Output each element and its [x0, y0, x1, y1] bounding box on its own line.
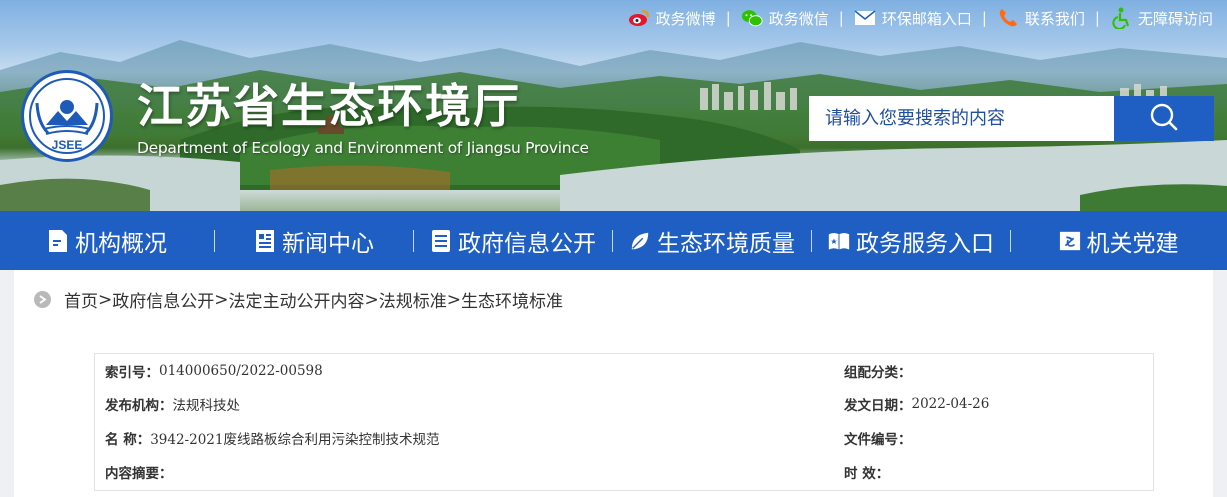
org-doc-icon [47, 229, 69, 253]
header-banner: 政务微博 | 政务微信 | 环保邮箱入口 | 联系我们 | 无障碍访问 JSEE… [0, 0, 1227, 211]
breadcrumb: 首页 > 政府信息公开 > 法定主动公开内容 > 法规标准 > 生态环境标准 [34, 287, 563, 312]
weibo-link-label: 政务微博 [655, 9, 716, 28]
nav-item-gov-service[interactable]: 政务服务入口 [812, 211, 1010, 270]
nav-item-label: 政务服务入口 [856, 230, 994, 257]
meta-date-label: 发文日期： [844, 398, 912, 414]
wechat-icon [741, 7, 763, 29]
breadcrumb-statutory-content[interactable]: 法定主动公开内容 [229, 287, 365, 312]
top-links-separator: | [981, 9, 987, 27]
meta-abstract-label: 内容摘要： [105, 466, 173, 482]
meta-index: 索引号： 014000650/2022-00598 [105, 362, 323, 381]
nav-item-gov-info[interactable]: 政府信息公开 [414, 211, 612, 270]
meta-date: 发文日期： 2022-04-26 [844, 395, 990, 414]
breadcrumb-separator: > [446, 289, 461, 310]
breadcrumb-separator: > [98, 289, 113, 310]
meta-name-value: 3942-2021废线路板综合利用污染控制技术规范 [150, 432, 440, 448]
weibo-icon [628, 7, 650, 29]
wechat-link-label: 政务微信 [768, 9, 829, 28]
meta-date-value: 2022-04-26 [911, 396, 990, 412]
nav-item-label: 机关党建 [1086, 230, 1179, 257]
search-input[interactable] [809, 96, 1114, 141]
top-links-separator: | [725, 9, 731, 27]
meta-docno-label: 文件编号： [844, 432, 912, 448]
mail-link[interactable]: 环保邮箱入口 [854, 7, 972, 29]
nav-item-label: 生态环境质量 [657, 230, 795, 257]
logo-text: JSEE [52, 138, 83, 152]
breadcrumb-separator: > [214, 289, 229, 310]
top-links-separator: | [1094, 9, 1100, 27]
meta-name-label: 名 称： [105, 432, 151, 448]
nav-item-news[interactable]: 新闻中心 [215, 211, 413, 270]
mail-icon [854, 7, 876, 29]
phone-icon [997, 7, 1019, 29]
contact-link[interactable]: 联系我们 [997, 7, 1085, 29]
service-book-icon [828, 229, 850, 253]
contact-link-label: 联系我们 [1024, 9, 1085, 28]
search-icon [1149, 102, 1179, 136]
breadcrumb-location-icon [34, 291, 51, 308]
party-flag-icon [1059, 229, 1081, 253]
accessibility-icon [1110, 7, 1132, 29]
nav-item-label: 政府信息公开 [458, 230, 596, 257]
site-title[interactable]: 江苏省生态环境厅 [137, 70, 521, 136]
meta-publisher-value: 法规科技处 [172, 398, 241, 414]
nav-item-label: 新闻中心 [282, 230, 374, 257]
leaf-icon [629, 229, 651, 253]
meta-abstract: 内容摘要： [105, 463, 173, 482]
accessibility-link[interactable]: 无障碍访问 [1110, 7, 1213, 29]
breadcrumb-regulations[interactable]: 法规标准 [379, 287, 447, 312]
search-button[interactable] [1114, 96, 1214, 141]
right-page-gutter [1213, 270, 1227, 497]
breadcrumb-eco-standards[interactable]: 生态环境标准 [461, 287, 563, 312]
meta-validity-label: 时 效： [844, 466, 890, 482]
meta-docno: 文件编号： [844, 429, 912, 448]
logo-emblem: JSEE [29, 78, 105, 154]
weibo-link[interactable]: 政务微博 [628, 7, 716, 29]
meta-index-value: 014000650/2022-00598 [159, 363, 323, 379]
document-meta-table: 索引号： 014000650/2022-00598 组配分类： 发布机构： 法规… [94, 353, 1154, 491]
meta-index-label: 索引号： [105, 365, 159, 381]
nav-item-party-building[interactable]: 机关党建 [1011, 211, 1226, 270]
site-logo[interactable]: JSEE [21, 70, 113, 162]
nav-item-eco-quality[interactable]: 生态环境质量 [613, 211, 811, 270]
accessibility-link-label: 无障碍访问 [1137, 9, 1213, 28]
main-nav: 机构概况 新闻中心 政府信息公开 生态环境质量 政务服务入口 机关党建 [0, 211, 1227, 270]
left-page-gutter [0, 270, 14, 497]
meta-publisher: 发布机构： 法规科技处 [105, 395, 241, 414]
breadcrumb-home[interactable]: 首页 [64, 287, 98, 312]
breadcrumb-separator: > [364, 289, 379, 310]
wechat-link[interactable]: 政务微信 [741, 7, 829, 29]
search-box [809, 96, 1214, 141]
top-links-separator: | [838, 9, 844, 27]
top-links-bar: 政务微博 | 政务微信 | 环保邮箱入口 | 联系我们 | 无障碍访问 [628, 6, 1213, 30]
news-icon [254, 229, 276, 253]
meta-category: 组配分类： [844, 362, 912, 381]
info-list-icon [430, 229, 452, 253]
meta-name: 名 称： 3942-2021废线路板综合利用污染控制技术规范 [105, 429, 440, 448]
meta-category-label: 组配分类： [844, 365, 912, 381]
meta-publisher-label: 发布机构： [105, 398, 173, 414]
breadcrumb-gov-info[interactable]: 政府信息公开 [112, 287, 214, 312]
mail-link-label: 环保邮箱入口 [881, 9, 972, 28]
nav-item-org-overview[interactable]: 机构概况 [0, 211, 214, 270]
nav-item-label: 机构概况 [75, 230, 167, 257]
site-subtitle: Department of Ecology and Environment of… [137, 139, 589, 157]
meta-validity: 时 效： [844, 463, 890, 482]
